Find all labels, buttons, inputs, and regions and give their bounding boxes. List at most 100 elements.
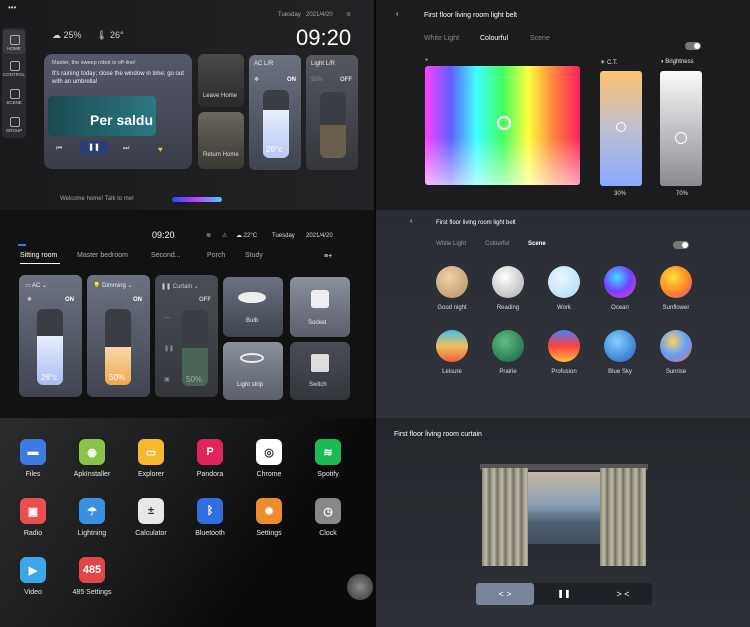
curtain-pause-button[interactable]: ❚❚ <box>535 583 593 605</box>
scene-label: Leisure <box>442 369 462 375</box>
app-bluetooth[interactable]: ᛒ Bluetooth <box>190 498 230 537</box>
app-spotify[interactable]: ≋ Spotify <box>308 439 348 478</box>
tab-master-bedroom[interactable]: Master bedroom <box>77 252 128 259</box>
scene-tab-colourful[interactable]: Colourful <box>485 241 509 247</box>
app-label: Calculator <box>135 530 167 537</box>
scene-ocean-button[interactable] <box>604 266 636 298</box>
tab-colourful[interactable]: Colourful <box>480 35 508 42</box>
voice-wave-icon[interactable] <box>172 197 222 202</box>
app-settings[interactable]: ✹ Settings <box>249 498 289 537</box>
weather-readout: ☁ 22°C <box>236 233 258 239</box>
back-arrow-icon[interactable]: ‹ <box>396 11 398 18</box>
return-home-label: Return Home <box>203 152 239 158</box>
curtain-left <box>482 468 528 566</box>
humidity-readout: ☁ 25% <box>52 30 82 40</box>
nav-scene[interactable]: SCENE <box>3 84 25 108</box>
menu-dots-icon[interactable]: ••• <box>8 3 16 12</box>
app-label: Pandora <box>196 471 224 478</box>
scene-label: Profusion <box>551 369 577 375</box>
date-value: 2021/4/20 <box>306 12 333 18</box>
brightness-slider[interactable] <box>660 71 702 186</box>
tab-scene[interactable]: Scene <box>530 35 550 42</box>
tab-porch[interactable]: Porch <box>207 252 225 259</box>
scene-tab-white-light[interactable]: White Light <box>436 241 466 247</box>
scene-tab-scene[interactable]: Scene <box>528 241 546 247</box>
curtain-label: ❚❚ Curtain ⌄ <box>161 284 199 290</box>
scene-reading-button[interactable] <box>492 266 524 298</box>
light-label: Light L/R <box>311 61 336 67</box>
ct-slider-handle[interactable] <box>616 122 626 132</box>
scene-label: Work <box>557 305 571 311</box>
app-pandora[interactable]: P Pandora <box>190 439 230 478</box>
calculator-icon: ± <box>138 498 164 524</box>
app-video[interactable]: ▶ Video <box>13 557 53 596</box>
scene-good-night-button[interactable] <box>436 266 468 298</box>
app-chrome[interactable]: ◎ Chrome <box>249 439 289 478</box>
app-label: Lightning <box>77 530 107 537</box>
light-slider[interactable] <box>320 92 346 158</box>
brightness-slider-handle[interactable] <box>675 132 687 144</box>
nav-control[interactable]: CONTROL <box>3 56 25 80</box>
palette-icon: ● <box>425 57 429 63</box>
radio-icon: ▣ <box>20 498 46 524</box>
ac-control-label: ▭ AC ⌄ <box>25 283 48 289</box>
curtain-pause-icon: ❚❚ <box>164 346 175 352</box>
play-pause-button[interactable]: ❚❚ <box>80 141 108 155</box>
tab-white-light[interactable]: White Light <box>424 35 459 42</box>
app-files[interactable]: ▬ Files <box>13 439 53 478</box>
leave-home-scene[interactable] <box>198 54 244 107</box>
ct-label: ☀ C.T. <box>600 60 618 66</box>
curtain-status: OFF <box>199 297 211 303</box>
add-room-icon[interactable]: ≡+ <box>324 253 332 260</box>
tab-indicator <box>18 244 26 246</box>
ac-label: AC L/R <box>254 61 274 67</box>
scene-profusion-button[interactable] <box>548 330 580 362</box>
files-icon: ▬ <box>20 439 46 465</box>
scene-leisure-button[interactable] <box>436 330 468 362</box>
scene-sunflower-button[interactable] <box>660 266 692 298</box>
app-radio[interactable]: ▣ Radio <box>13 498 53 537</box>
pandora-icon: P <box>197 439 223 465</box>
app-485-settings[interactable]: 485 485 Settings <box>72 557 112 596</box>
app-label: ApkInstaller <box>73 471 111 478</box>
colour-picker-handle[interactable] <box>497 116 511 130</box>
power-toggle[interactable] <box>685 42 701 50</box>
scene-label: Prairie <box>499 369 517 375</box>
curtain-close-button[interactable]: > < <box>594 583 652 605</box>
tab-sitting-room[interactable]: Sitting room <box>20 252 57 259</box>
nav-group[interactable]: GROUP <box>3 112 25 136</box>
back-arrow-icon[interactable]: ‹ <box>410 218 412 225</box>
scene-sunrise-button[interactable] <box>660 330 692 362</box>
assistive-touch-button[interactable] <box>347 574 373 600</box>
prev-track-icon[interactable]: ⏮ <box>56 145 62 153</box>
return-home-scene[interactable] <box>198 112 244 169</box>
scene-blue-sky-button[interactable] <box>604 330 636 362</box>
switch-label: Switch <box>309 382 327 388</box>
tab-study[interactable]: Study <box>245 252 263 259</box>
curtain-value: 50% <box>186 375 203 384</box>
light-strip-card[interactable] <box>223 342 283 400</box>
nav-home[interactable]: HOME <box>3 30 25 54</box>
heart-icon[interactable]: ♥ <box>158 145 163 154</box>
bluetooth-icon: ᛒ <box>197 498 223 524</box>
scene-work-button[interactable] <box>548 266 580 298</box>
brightness-value: 70% <box>676 191 689 197</box>
brightness-label: ◑ Brightness <box>660 59 694 65</box>
scene-prairie-button[interactable] <box>492 330 524 362</box>
app-apkinstaller[interactable]: ◉ ApkInstaller <box>72 439 112 478</box>
settings-icon: ✹ <box>256 498 282 524</box>
window-view-image <box>526 472 602 544</box>
bulb-card[interactable] <box>223 277 283 337</box>
app-explorer[interactable]: ▭ Explorer <box>131 439 171 478</box>
app-clock[interactable]: ◷ Clock <box>308 498 348 537</box>
app-lightning[interactable]: ☂ Lightning <box>72 498 112 537</box>
scene-power-toggle[interactable] <box>673 241 689 249</box>
next-track-icon[interactable]: ⏭ <box>123 145 129 153</box>
app-label: 485 Settings <box>72 589 112 596</box>
scene-label: Reading <box>496 305 520 311</box>
tab-second[interactable]: Second... <box>151 252 181 259</box>
app-calculator[interactable]: ± Calculator <box>131 498 171 537</box>
scene-label: Sunrise <box>665 369 687 375</box>
curtain-open-button[interactable]: < > <box>476 583 534 605</box>
curtain-open-icon: — <box>164 315 170 321</box>
